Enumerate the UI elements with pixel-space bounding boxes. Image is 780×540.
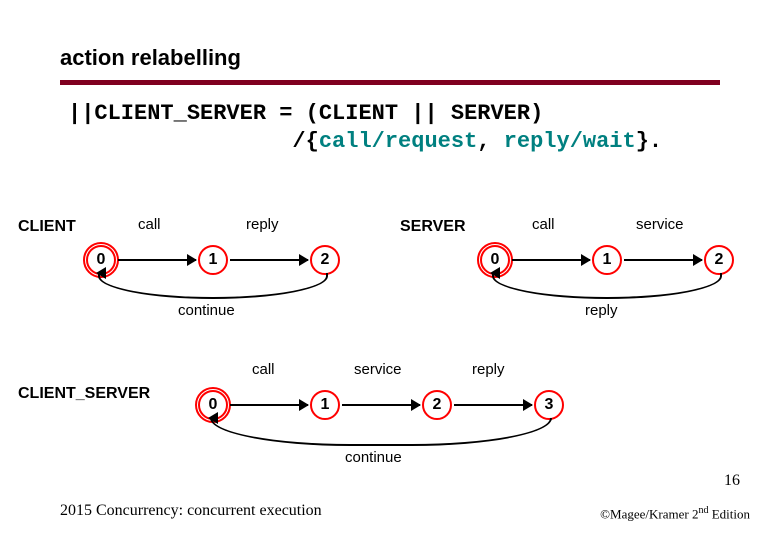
edge-label: service <box>354 361 402 378</box>
attr-edition-sup: nd <box>698 505 708 516</box>
state-node: 2 <box>704 245 734 275</box>
return-arc <box>210 418 552 446</box>
edge-label: reply <box>585 302 618 319</box>
edge-label: service <box>636 216 684 233</box>
arrow <box>230 259 308 261</box>
diagram-client: CLIENT 0 1 2 call reply continue <box>18 210 378 330</box>
code-relabel-1: call/request <box>319 129 477 154</box>
state-node: 1 <box>198 245 228 275</box>
code-line2-prefix: /{ <box>68 129 319 154</box>
arrowhead-icon <box>411 399 421 411</box>
code-line2-suffix: }. <box>636 129 662 154</box>
edge-label: reply <box>472 361 505 378</box>
edge-label: reply <box>246 216 279 233</box>
arrowhead-icon <box>490 267 500 279</box>
state-node: 1 <box>592 245 622 275</box>
arrow <box>624 259 702 261</box>
edge-label: continue <box>178 302 235 319</box>
arrow <box>342 404 420 406</box>
attr-edition-suffix: Edition <box>708 506 750 521</box>
arrowhead-icon <box>187 254 197 266</box>
arrowhead-icon <box>693 254 703 266</box>
arrow <box>118 259 196 261</box>
diagram-client-label: CLIENT <box>18 218 76 236</box>
arrowhead-icon <box>581 254 591 266</box>
state-node: 2 <box>310 245 340 275</box>
code-relabel-2: reply/wait <box>504 129 636 154</box>
arrow <box>454 404 532 406</box>
code-line1: ||CLIENT_SERVER = (CLIENT || SERVER) <box>68 101 543 126</box>
arrowhead-icon <box>299 399 309 411</box>
arrowhead-icon <box>523 399 533 411</box>
state-node: 1 <box>310 390 340 420</box>
diagram-cs-label: CLIENT_SERVER <box>18 385 150 403</box>
return-arc <box>98 273 328 299</box>
title-rule <box>60 80 720 85</box>
fsp-code: ||CLIENT_SERVER = (CLIENT || SERVER) /{c… <box>68 100 662 155</box>
footer-attribution: ©Magee/Kramer 2nd Edition <box>600 505 750 522</box>
arrow <box>512 259 590 261</box>
return-arc <box>492 273 722 299</box>
slide-title: action relabelling <box>60 45 241 71</box>
edge-label: call <box>252 361 275 378</box>
attr-prefix: ©Magee/Kramer <box>600 506 692 521</box>
code-join: , <box>477 129 503 154</box>
edge-label: call <box>532 216 555 233</box>
arrow <box>230 404 308 406</box>
footer-left: 2015 Concurrency: concurrent execution <box>60 502 322 520</box>
arrowhead-icon <box>299 254 309 266</box>
edge-label: continue <box>345 449 402 466</box>
diagram-server-label: SERVER <box>400 218 466 236</box>
state-node: 3 <box>534 390 564 420</box>
arrowhead-icon <box>96 267 106 279</box>
page-number: 16 <box>724 472 740 490</box>
edge-label: call <box>138 216 161 233</box>
diagram-server: SERVER 0 1 2 call service reply <box>400 210 770 330</box>
slide: action relabelling ||CLIENT_SERVER = (CL… <box>0 0 780 540</box>
state-node: 2 <box>422 390 452 420</box>
diagram-client-server: CLIENT_SERVER 0 1 2 3 call service reply… <box>130 355 640 475</box>
arrowhead-icon <box>208 412 218 424</box>
